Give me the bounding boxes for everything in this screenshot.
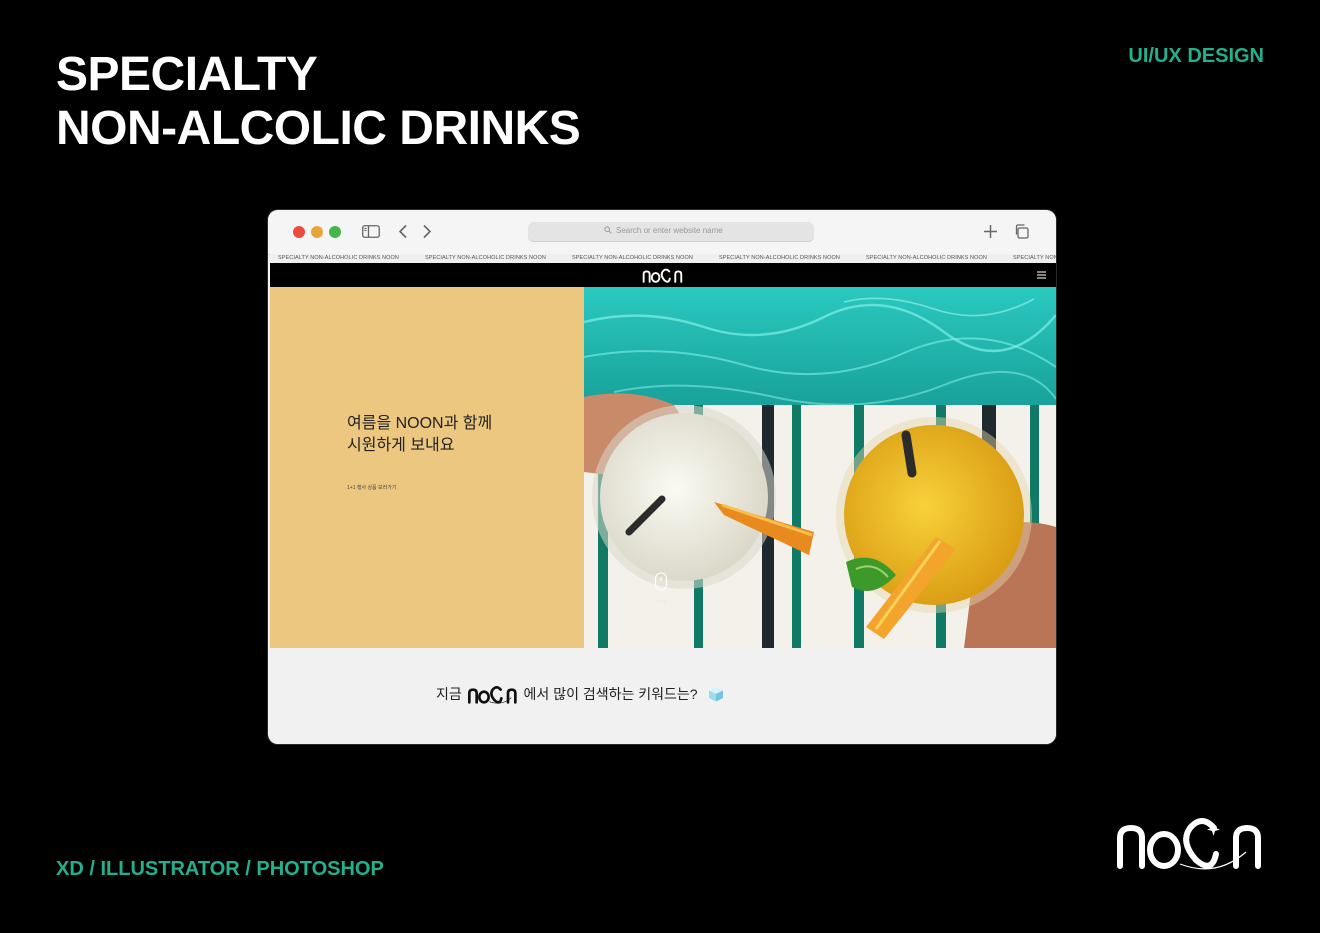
ticker-item: SPECIALTY NON-ALCOHOLIC DRINKS NOON: [572, 255, 693, 261]
ticker-item: SPECIALTY NON-ALCOHOLIC DRINKS NOON: [719, 255, 840, 261]
ice-cube-icon: [709, 687, 724, 702]
browser-toolbar: Search or enter website name: [268, 210, 1056, 255]
hero-panel: 여름을 NOON과 함께 시원하게 보내요 1+1 행사 상품 보러가기: [270, 287, 584, 648]
noon-logo[interactable]: [642, 266, 684, 284]
search-icon: [604, 226, 612, 234]
noon-logo: [1117, 818, 1261, 870]
ticker-item: SPECIALTY NON-ALCOHOLIC DRINKS NOON: [425, 255, 546, 261]
hamburger-menu-icon[interactable]: [1037, 271, 1046, 279]
minimize-window-button[interactable]: [311, 226, 323, 238]
hero-headline-line-1: 여름을 NOON과 함께: [347, 415, 493, 432]
site-header: [270, 263, 1056, 287]
hero-headline-line-2: 시원하게 보내요: [347, 437, 455, 454]
ticker-item: SPECIALTY NON-ALCOHOLIC DRINKS NOON: [866, 255, 987, 261]
zoom-window-button[interactable]: [329, 226, 341, 238]
tools-caption: XD / ILLUSTRATOR / PHOTOSHOP: [56, 858, 384, 880]
new-tab-icon[interactable]: [983, 224, 998, 239]
keyword-section: 지금 에서 많이 검색하는 키워드는?: [270, 648, 1056, 744]
poster-title: SPECIALTY NON-ALCOLIC DRINKS: [56, 48, 581, 156]
noon-logo: [467, 686, 517, 704]
ticker-item: SPECIALTY NON-ALCOHOLIC DRINKS NOON: [1013, 255, 1056, 261]
address-placeholder: Search or enter website name: [616, 226, 723, 235]
keyword-heading-prefix: 지금: [436, 686, 462, 703]
close-window-button[interactable]: [293, 226, 305, 238]
ticker-item: SPECIALTY NON-ALCOHOLIC DRINKS NOON: [278, 255, 399, 261]
hero-headline: 여름을 NOON과 함께 시원하게 보내요: [347, 413, 492, 457]
promo-ticker: SPECIALTY NON-ALCOHOLIC DRINKS NOON SPEC…: [270, 254, 1056, 263]
keyword-heading: 지금 에서 많이 검색하는 키워드는?: [436, 683, 725, 707]
scroll-mouse-icon: [654, 572, 668, 591]
forward-icon[interactable]: [422, 224, 432, 239]
back-icon[interactable]: [398, 224, 408, 239]
poster-title-line-2: NON-ALCOLIC DRINKS: [56, 102, 581, 155]
tabs-overview-icon[interactable]: [1014, 224, 1029, 239]
category-tag: UI/UX DESIGN: [1128, 45, 1264, 67]
address-bar[interactable]: Search or enter website name: [528, 222, 814, 241]
keyword-heading-suffix: 에서 많이 검색하는 키워드는?: [523, 686, 698, 703]
scroll-label: Scroll: [654, 599, 668, 605]
browser-window: Search or enter website name SPECIALTY N…: [268, 210, 1056, 744]
sidebar-icon[interactable]: [362, 225, 380, 238]
promo-link[interactable]: 1+1 행사 상품 보러가기: [347, 484, 396, 491]
poster-title-line-1: SPECIALTY: [56, 48, 318, 101]
